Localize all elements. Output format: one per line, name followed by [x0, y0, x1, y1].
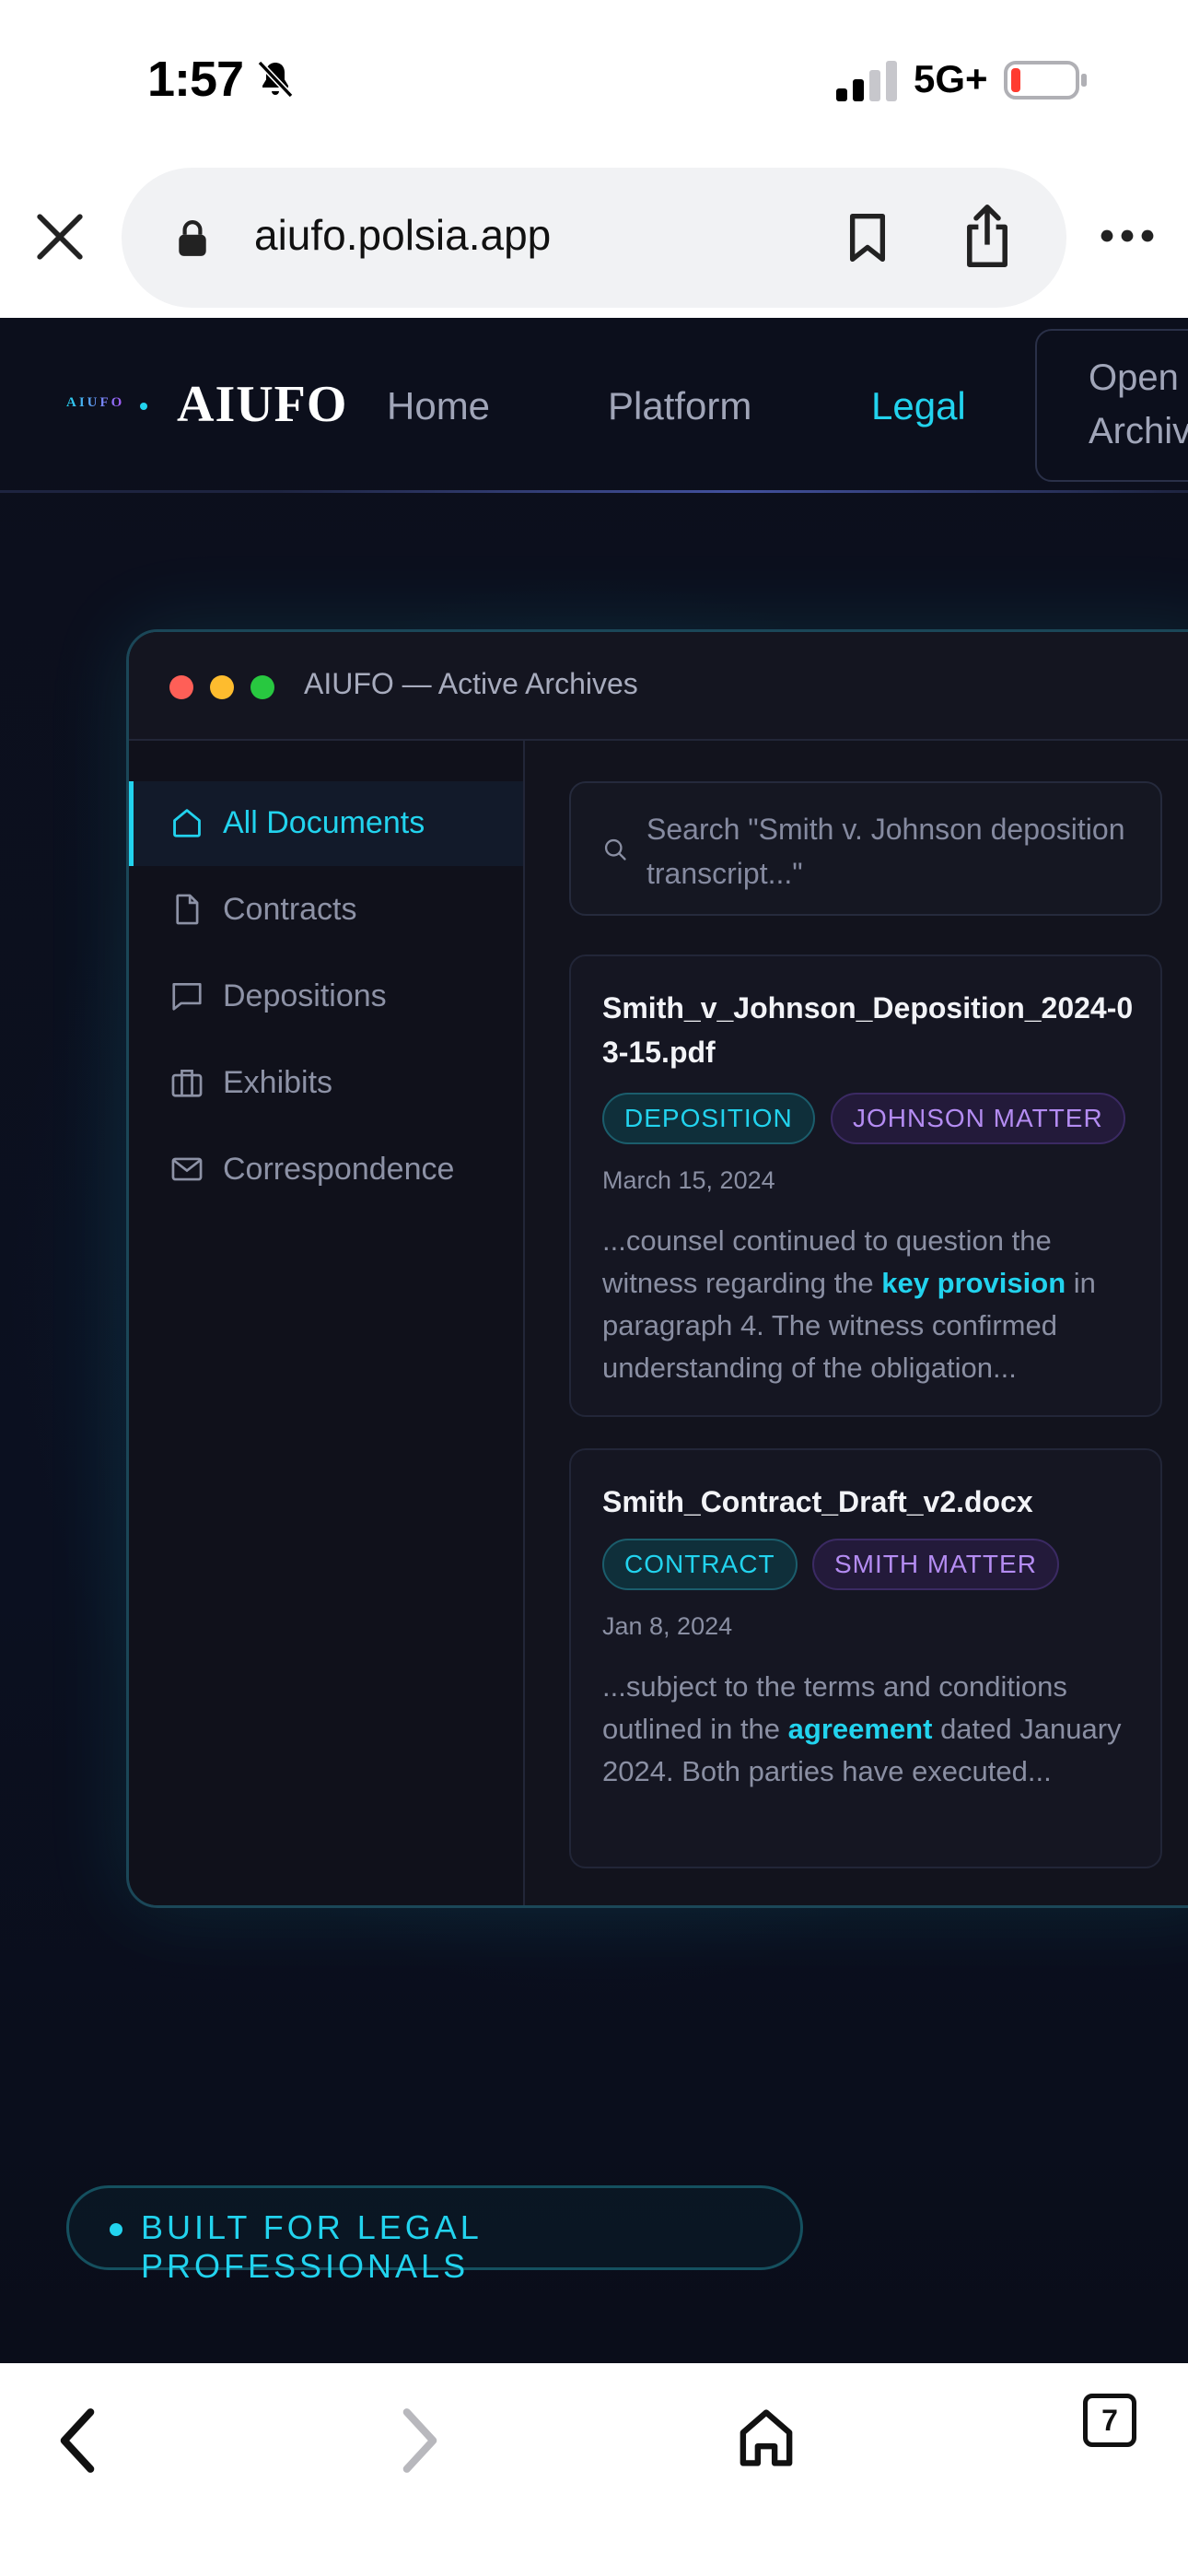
sidebar-item-contracts[interactable]: Contracts: [129, 868, 523, 953]
sidebar-item-label: Contracts: [223, 892, 357, 927]
sidebar-item-exhibits[interactable]: Exhibits: [129, 1041, 523, 1126]
window-minimize-dot: [210, 675, 234, 699]
file-icon: [176, 894, 199, 925]
browser-bar: aiufo.polsia.app: [0, 157, 1188, 318]
site-logo[interactable]: AIUFO: [177, 375, 347, 434]
mail-icon: [171, 1157, 203, 1181]
message-icon: [172, 982, 202, 1011]
window-zoom-dot: [250, 675, 274, 699]
lock-icon: [179, 220, 206, 256]
more-icon[interactable]: [1100, 227, 1155, 245]
home-icon[interactable]: [737, 2406, 796, 2470]
tabs-count-button[interactable]: 7: [1083, 2394, 1136, 2447]
site-nav: AIUFO AIUFO Home Platform Legal Open Arc…: [0, 318, 1188, 493]
result-snippet: ...subject to the terms and conditions o…: [602, 1670, 1122, 1787]
home-icon: [173, 809, 201, 837]
bell-slash-icon: [257, 60, 294, 99]
tag-badge: JOHNSON MATTER: [831, 1093, 1125, 1144]
logo-mark: AIUFO: [66, 395, 125, 410]
open-archive-button[interactable]: Open Archive: [1035, 329, 1188, 482]
sidebar-item-label: Depositions: [223, 978, 387, 1013]
tag-badge: CONTRACT: [602, 1539, 798, 1590]
battery-icon: [1004, 61, 1087, 100]
close-icon[interactable]: [33, 210, 87, 263]
archive-sidebar: All Documents Contracts Depositions Exhi…: [129, 741, 525, 1905]
search-highlight: key provision: [881, 1267, 1066, 1299]
result-card[interactable]: Smith_v_Johnson_Deposition_2024-03-15.pd…: [569, 954, 1162, 1417]
search-icon: [604, 838, 626, 861]
bookmark-icon[interactable]: [845, 212, 890, 263]
archive-window: AIUFO — Active Archives All Documents Co…: [126, 629, 1188, 1908]
status-time: 1:57: [147, 52, 244, 107]
sidebar-item-all-documents[interactable]: All Documents: [129, 781, 523, 866]
badge-dot: [110, 2223, 122, 2236]
archive-content: Search "Smith v. Johnson deposition tran…: [527, 741, 1188, 1905]
result-date: March 15, 2024: [602, 1166, 775, 1194]
network-label: 5G+: [914, 57, 988, 100]
sidebar-item-label: Correspondence: [223, 1152, 455, 1187]
url-text[interactable]: aiufo.polsia.app: [254, 210, 551, 260]
web-page: AIUFO AIUFO Home Platform Legal Open Arc…: [0, 318, 1188, 2363]
result-filename[interactable]: Smith_v_Johnson_Deposition_2024-03-15.pd…: [602, 986, 1146, 1074]
window-title: AIUFO — Active Archives: [304, 667, 638, 700]
signal-icon: [836, 61, 897, 101]
nav-link-home[interactable]: Home: [387, 384, 490, 428]
browser-toolbar: [0, 2363, 1188, 2576]
search-placeholder: Search "Smith v. Johnson deposition tran…: [646, 813, 1125, 890]
result-filename[interactable]: Smith_Contract_Draft_v2.docx: [602, 1480, 1146, 1524]
sidebar-item-correspondence[interactable]: Correspondence: [129, 1128, 523, 1212]
briefcase-icon: [171, 1069, 203, 1097]
forward-icon[interactable]: [398, 2406, 442, 2476]
window-close-dot: [169, 675, 193, 699]
nav-link-legal[interactable]: Legal: [871, 384, 966, 428]
sidebar-item-depositions[interactable]: Depositions: [129, 954, 523, 1039]
tag-badge: DEPOSITION: [602, 1093, 815, 1144]
legal-professionals-badge: BUILT FOR LEGAL PROFESSIONALS: [66, 2185, 803, 2285]
badge-text: BUILT FOR LEGAL PROFESSIONALS: [141, 2208, 482, 2285]
search-input[interactable]: Search "Smith v. Johnson deposition tran…: [569, 781, 1162, 916]
share-icon[interactable]: [960, 203, 1015, 269]
result-snippet: ...counsel continued to question the wit…: [602, 1224, 1096, 1384]
back-icon[interactable]: [55, 2406, 99, 2476]
address-bar[interactable]: aiufo.polsia.app: [122, 168, 1066, 308]
sidebar-item-label: Exhibits: [223, 1065, 333, 1100]
window-titlebar: AIUFO — Active Archives: [129, 632, 1188, 741]
logo-dot: [140, 403, 147, 410]
nav-link-platform[interactable]: Platform: [608, 384, 751, 428]
result-card[interactable]: Smith_Contract_Draft_v2.docx CONTRACT SM…: [569, 1448, 1162, 1868]
tag-badge: SMITH MATTER: [812, 1539, 1059, 1590]
search-highlight: agreement: [787, 1713, 933, 1745]
result-date: Jan 8, 2024: [602, 1612, 733, 1640]
sidebar-item-label: All Documents: [223, 805, 425, 840]
status-bar: 1:57 5G+: [0, 0, 1188, 157]
